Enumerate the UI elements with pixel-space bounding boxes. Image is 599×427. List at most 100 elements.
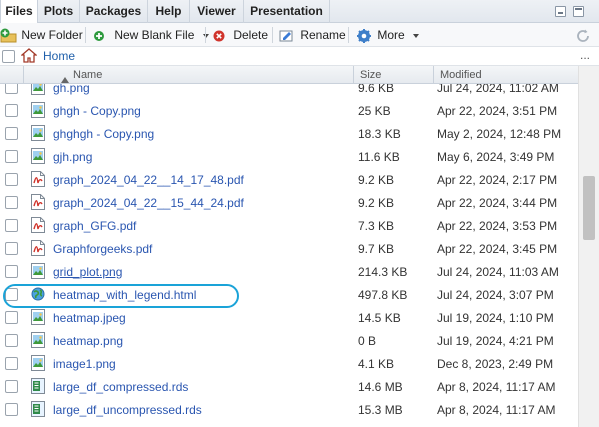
file-size: 7.3 KB [358,219,395,233]
annotation-highlight-oval [3,284,239,308]
file-checkbox[interactable] [5,265,18,278]
column-header-name[interactable]: Name [73,66,102,84]
file-row[interactable]: grid_plot.png 214.3 KB Jul 24, 2024, 11:03… [0,261,578,284]
file-name-link[interactable]: gh.png [53,84,90,95]
tab-files[interactable]: Files [0,0,38,24]
file-row[interactable]: graph_2024_04_22__14_17_48.pdf 9.2 KB Apr … [0,169,578,192]
file-size: 497.8 KB [358,288,408,302]
file-row[interactable]: gh.png 9.6 KB Jul 24, 2024, 11:02 AM [0,84,578,100]
file-row[interactable]: Graphforgeeks.pdf 9.7 KB Apr 22, 2024, 3:4… [0,238,578,261]
file-row[interactable]: graph_GFG.pdf 7.3 KB Apr 22, 2024, 3:53 PM [0,215,578,238]
pane-tab-bar: Files Plots Packages Help Viewer Present… [0,0,599,24]
file-name-link[interactable]: large_df_compressed.rds [53,380,188,394]
file-name-link[interactable]: ghgh - Copy.png [53,104,141,118]
file-size: 214.3 KB [358,265,408,279]
chevron-down-icon [413,33,420,38]
file-checkbox[interactable] [5,104,18,117]
file-size: 11.6 KB [358,150,400,164]
file-checkbox[interactable] [5,357,18,370]
tab-help[interactable]: Help [148,0,190,23]
delete-button[interactable]: Delete [212,25,268,45]
file-row[interactable]: large_df_compressed.rds 14.6 MB Apr 8, 202… [0,376,578,399]
delete-label: Delete [233,28,269,42]
file-row[interactable]: graph_2024_04_22__15_44_24.pdf 9.2 KB Apr … [0,192,578,215]
file-row[interactable]: image1.png 4.1 KB Dec 8, 2023, 2:49 PM [0,353,578,376]
column-header-size[interactable]: Size [360,66,381,84]
file-checkbox[interactable] [5,311,18,324]
file-size: 9.2 KB [358,196,395,210]
file-checkbox[interactable] [5,219,18,232]
file-name-link[interactable]: gjh.png [53,150,92,164]
tab-viewer[interactable]: Viewer [190,0,244,23]
file-name-link[interactable]: large_df_uncompressed.rds [53,403,202,417]
image-icon [31,148,45,164]
file-row[interactable]: ghgh - Copy.png 25 KB Apr 22, 2024, 3:51 P… [0,100,578,123]
file-modified: Apr 22, 2024, 3:45 PM [437,242,558,256]
file-checkbox[interactable] [5,173,18,186]
file-checkbox[interactable] [5,127,18,140]
more-button[interactable]: More [356,25,420,45]
toolbar-divider [205,27,206,43]
file-row[interactable]: ghghgh - Copy.png 18.3 KB May 2, 2024, 12:… [0,123,578,146]
file-row[interactable]: heatmap.jpeg 14.5 KB Jul 19, 2024, 1:10 PM [0,307,578,330]
tab-presentation[interactable]: Presentation [244,0,330,23]
image-icon [31,309,45,325]
image-icon [31,125,45,141]
rds-icon [31,378,45,394]
new-folder-icon [0,28,18,44]
home-icon[interactable] [20,48,38,63]
file-name-link[interactable]: graph_GFG.pdf [53,219,136,233]
file-name-link[interactable]: Graphforgeeks.pdf [53,242,152,256]
minimize-pane-icon[interactable] [555,6,566,17]
tab-packages[interactable]: Packages [80,0,148,23]
file-size: 25 KB [358,104,391,118]
add-file-icon [93,28,111,44]
file-name-link[interactable]: image1.png [53,357,116,371]
path-more-button[interactable]: ... [580,48,590,62]
file-name-link[interactable]: heatmap.png [53,334,123,348]
file-name-link[interactable]: heatmap.jpeg [53,311,126,325]
file-modified: Apr 22, 2024, 3:51 PM [437,104,558,118]
rename-icon [279,28,297,44]
rename-button[interactable]: Rename [279,25,346,45]
file-row[interactable]: heatmap.png 0 B Jul 19, 2024, 4:21 PM [0,330,578,353]
file-checkbox[interactable] [5,150,18,163]
file-name-link[interactable]: graph_2024_04_22__15_44_24.pdf [53,196,244,210]
new-folder-button[interactable]: New Folder [0,25,83,45]
column-header-modified[interactable]: Modified [440,66,482,84]
breadcrumb-home[interactable]: Home [43,49,75,63]
file-name-link[interactable]: graph_2024_04_22__14_17_48.pdf [53,173,244,187]
maximize-pane-icon[interactable] [573,6,584,17]
rename-label: Rename [300,28,346,42]
sort-ascending-icon [61,72,69,83]
vertical-scrollbar[interactable] [578,66,599,427]
file-checkbox[interactable] [5,84,18,94]
file-name-link[interactable]: grid_plot.png [53,265,122,279]
column-divider [23,66,24,84]
file-checkbox[interactable] [5,380,18,393]
image-icon [31,355,45,371]
file-checkbox[interactable] [5,334,18,347]
file-row[interactable]: gjh.png 11.6 KB May 6, 2024, 3:49 PM [0,146,578,169]
file-modified: Jul 24, 2024, 11:02 AM [437,84,559,95]
path-bar: Home ... [0,47,599,66]
file-modified: Jul 19, 2024, 4:21 PM [437,334,554,348]
file-size: 14.5 KB [358,311,401,325]
file-modified: Apr 8, 2024, 11:17 AM [437,403,556,417]
file-checkbox[interactable] [5,196,18,209]
file-checkbox[interactable] [5,242,18,255]
file-modified: Apr 22, 2024, 3:44 PM [437,196,558,210]
pdf-icon [31,217,45,233]
file-name-link[interactable]: ghghgh - Copy.png [53,127,154,141]
file-list: gh.png 9.6 KB Jul 24, 2024, 11:02 AM ghgh -… [0,84,578,427]
file-checkbox[interactable] [5,403,18,416]
column-divider [433,66,434,84]
tab-plots[interactable]: Plots [38,0,80,23]
new-blank-file-button[interactable]: New Blank File [93,25,209,45]
file-row[interactable]: large_df_uncompressed.rds 15.3 MB Apr 8, 2… [0,399,578,422]
file-modified: Jul 24, 2024, 11:03 AM [437,265,559,279]
scrollbar-thumb[interactable] [583,176,595,240]
refresh-button[interactable] [575,25,591,45]
pdf-icon [31,171,45,187]
select-all-checkbox[interactable] [2,50,15,63]
